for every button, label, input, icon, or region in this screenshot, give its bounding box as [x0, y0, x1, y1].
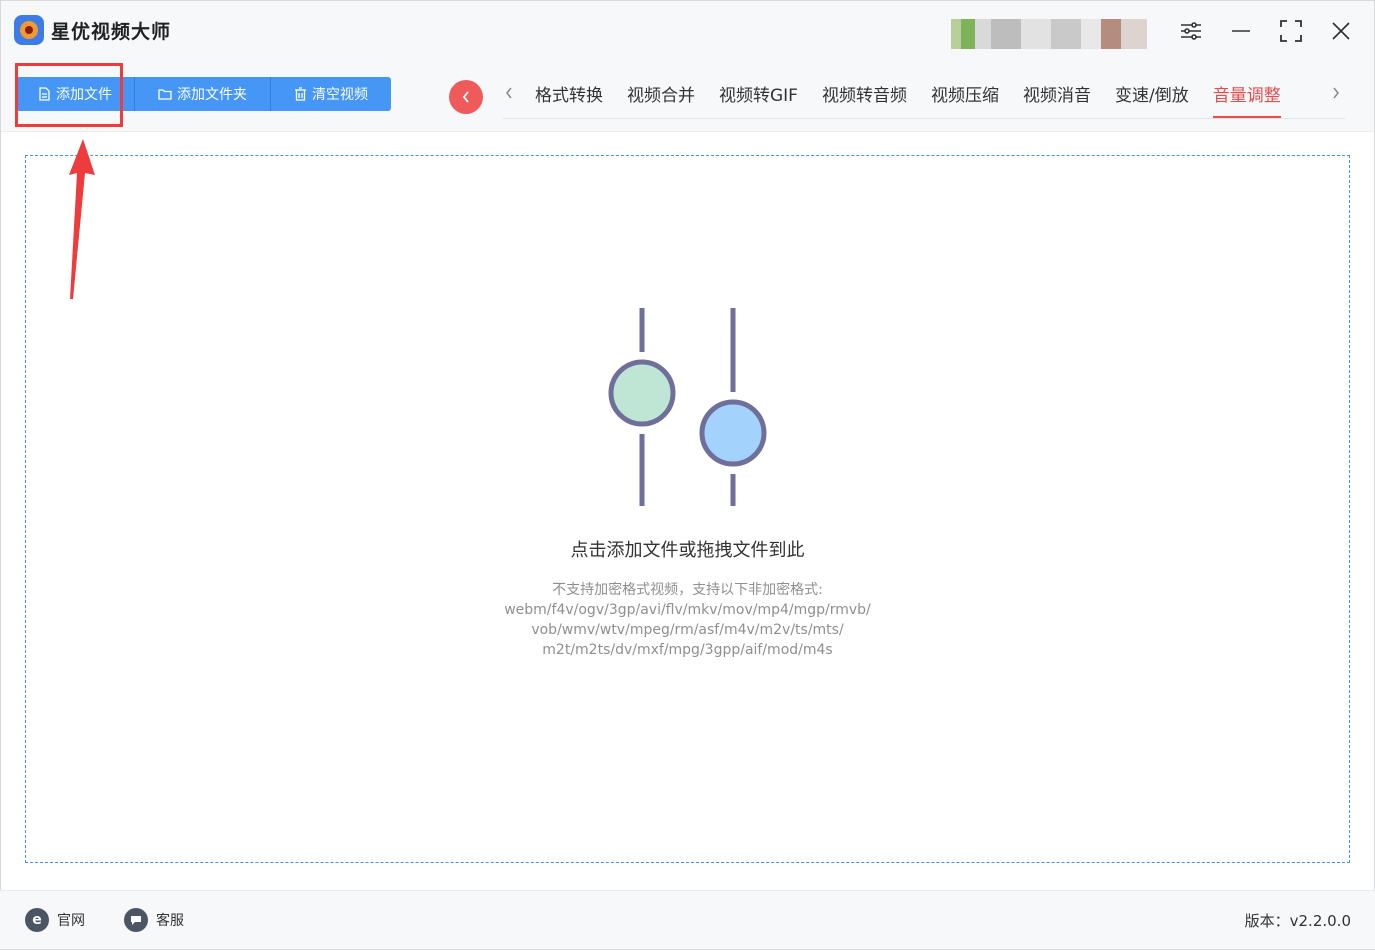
feature-tabs: 格式转换 视频合并 视频转GIF 视频转音频 视频压缩 视频消音 变速/倒放 音… — [523, 83, 1293, 119]
customer-service-link[interactable]: 客服 — [124, 908, 184, 932]
tab-video-mute[interactable]: 视频消音 — [1011, 83, 1103, 119]
collapse-back-button[interactable] — [449, 80, 483, 114]
ie-browser-icon: e — [25, 908, 49, 932]
support-label: 客服 — [156, 913, 184, 929]
hint-line: webm/f4v/ogv/3gp/avi/flv/mkv/mov/mp4/mgp… — [504, 602, 871, 618]
trash-icon — [295, 87, 306, 101]
tab-speed-reverse[interactable]: 变速/倒放 — [1103, 83, 1201, 119]
chevron-left-icon — [462, 91, 469, 103]
maximize-icon[interactable] — [1277, 17, 1305, 45]
website-link[interactable]: e 官网 — [25, 908, 85, 932]
clear-video-button[interactable]: 清空视频 — [271, 77, 391, 111]
tab-video-to-gif[interactable]: 视频转GIF — [707, 83, 810, 119]
tab-format-convert[interactable]: 格式转换 — [523, 83, 615, 119]
clear-video-label: 清空视频 — [312, 87, 368, 103]
app-logo-icon — [14, 15, 44, 45]
hint-line: m2t/m2ts/dv/mxf/mpg/3gpp/aif/mod/m4s — [542, 642, 833, 658]
version-text: 版本：v2.2.0.0 — [1244, 912, 1351, 930]
hint-line: 不支持加密格式视频，支持以下非加密格式: — [552, 582, 823, 598]
tab-volume-adjust[interactable]: 音量调整 — [1201, 83, 1293, 119]
footer-bar: e 官网 客服 版本：v2.2.0.0 — [0, 890, 1375, 949]
annotation-highlight-box — [15, 63, 123, 127]
volume-sliders-icon — [600, 300, 780, 514]
tabs-divider — [503, 118, 1345, 119]
tab-video-to-audio[interactable]: 视频转音频 — [810, 83, 919, 119]
tab-video-compress[interactable]: 视频压缩 — [919, 83, 1011, 119]
app-title: 星优视频大师 — [51, 21, 172, 43]
drop-zone-title: 点击添加文件或拖拽文件到此 — [570, 540, 805, 561]
website-label: 官网 — [57, 913, 85, 929]
close-icon[interactable] — [1327, 17, 1355, 45]
user-avatar-blurred[interactable] — [951, 19, 1147, 49]
annotation-arrow — [55, 135, 105, 309]
add-folder-label: 添加文件夹 — [177, 87, 247, 103]
folder-icon — [158, 89, 172, 100]
tabs-scroll-right-icon[interactable] — [1331, 85, 1341, 106]
settings-sliders-icon[interactable] — [1177, 17, 1205, 45]
tabs-scroll-left-icon[interactable] — [504, 85, 514, 106]
add-folder-button[interactable]: 添加文件夹 — [135, 77, 271, 111]
supported-formats-hint: 不支持加密格式视频，支持以下非加密格式: webm/f4v/ogv/3gp/av… — [0, 580, 1375, 660]
tab-video-merge[interactable]: 视频合并 — [615, 83, 707, 119]
minimize-icon[interactable] — [1227, 17, 1255, 45]
chat-bubble-icon — [124, 908, 148, 932]
title-bar: 星优视频大师 — [1, 1, 1374, 63]
hint-line: vob/wmv/wtv/mpeg/rm/asf/m4v/m2v/ts/mts/ — [531, 622, 844, 638]
